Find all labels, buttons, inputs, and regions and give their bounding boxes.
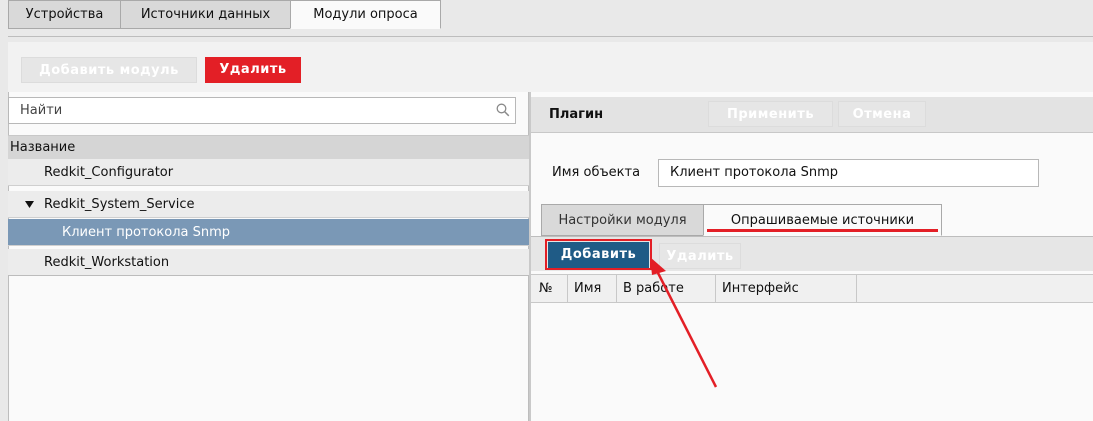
add-module-button[interactable]: Добавить модуль <box>21 57 197 83</box>
list-item[interactable]: Redkit_Configurator <box>8 159 529 186</box>
delete-module-button[interactable]: Удалить <box>205 57 301 83</box>
tab-polling-modules[interactable]: Модули опроса <box>290 0 441 29</box>
add-source-button[interactable]: Добавить <box>548 242 649 268</box>
column-number[interactable]: № <box>531 274 568 303</box>
list-item-selected[interactable]: Клиент протокола Snmp <box>8 219 529 246</box>
column-name[interactable]: Имя <box>568 274 617 303</box>
list-item[interactable]: Redkit_Workstation <box>8 249 529 276</box>
column-interface[interactable]: Интерфейс <box>716 274 857 303</box>
annotation-arrow-icon <box>650 257 718 388</box>
search-icon[interactable] <box>496 103 510 117</box>
object-name-field[interactable]: Клиент протокола Snmp <box>658 159 1039 187</box>
search-placeholder: Найти <box>20 103 63 118</box>
object-name-label: Имя объекта <box>552 165 641 180</box>
expand-arrow-icon[interactable] <box>25 201 34 209</box>
cancel-button[interactable]: Отмена <box>838 101 926 127</box>
tab-highlight-underline <box>707 229 938 232</box>
apply-button[interactable]: Применить <box>708 101 833 127</box>
search-input[interactable] <box>8 97 516 124</box>
tab-devices[interactable]: Устройства <box>8 0 121 29</box>
list-item[interactable]: Redkit_System_Service <box>8 191 529 218</box>
tab-module-settings[interactable]: Настройки модуля <box>541 204 704 236</box>
tab-data-sources[interactable]: Источники данных <box>120 0 291 29</box>
plugin-title: Плагин <box>549 107 604 122</box>
name-column-header[interactable]: Название <box>8 135 529 159</box>
